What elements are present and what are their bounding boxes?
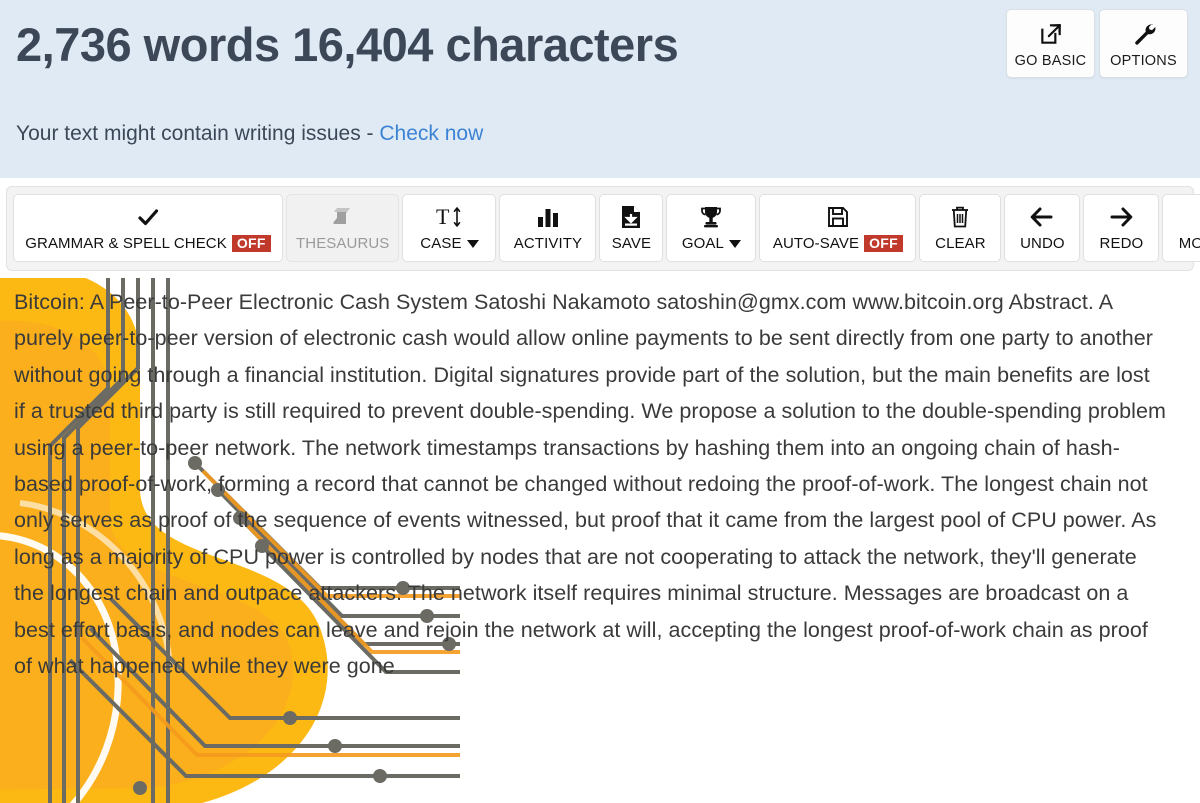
go-basic-button[interactable]: GO BASIC [1006, 9, 1095, 78]
toolbar-container: GRAMMAR & SPELL CHECK OFF THESAURUS T CA… [0, 178, 1200, 278]
redo-button[interactable]: REDO [1083, 194, 1160, 262]
grammar-spell-check-label: GRAMMAR & SPELL CHECK OFF [25, 234, 271, 253]
case-button[interactable]: T CASE [402, 194, 497, 262]
goal-label: GOAL [682, 235, 741, 252]
editor-area[interactable]: B Bitcoin: A Peer-to-Peer Electronic Cas… [0, 278, 1200, 803]
writing-issues-text: Your text might contain writing issues - [16, 122, 380, 145]
thesaurus-label: THESAURUS [296, 235, 390, 252]
save-file-icon [620, 204, 642, 230]
more-label: MORE (9) [1178, 235, 1200, 252]
undo-label: UNDO [1020, 235, 1065, 252]
more-button[interactable]: MORE (9) [1162, 194, 1200, 262]
clear-label: CLEAR [935, 235, 986, 252]
svg-text:T: T [436, 205, 450, 229]
trash-icon [949, 204, 971, 230]
chevron-down-icon [466, 239, 479, 248]
auto-save-button[interactable]: AUTO-SAVE OFF [759, 194, 917, 262]
floppy-disk-icon [826, 204, 850, 230]
book-icon [331, 204, 355, 230]
redo-label: REDO [1099, 235, 1144, 252]
trophy-icon [699, 204, 723, 230]
checkmark-icon [136, 204, 160, 230]
undo-button[interactable]: UNDO [1004, 194, 1081, 262]
save-label: SAVE [611, 235, 652, 252]
check-now-link[interactable]: Check now [379, 122, 483, 145]
chevron-down-icon [728, 239, 741, 248]
auto-save-status-badge: OFF [864, 234, 903, 253]
grammar-spell-check-button[interactable]: GRAMMAR & SPELL CHECK OFF [13, 194, 283, 262]
arrow-right-icon [1108, 204, 1134, 230]
grammar-status-badge: OFF [231, 234, 271, 253]
thesaurus-button[interactable]: THESAURUS [286, 194, 400, 262]
save-button[interactable]: SAVE [599, 194, 664, 262]
case-label: CASE [420, 235, 479, 252]
document-text[interactable]: Bitcoin: A Peer-to-Peer Electronic Cash … [0, 278, 1200, 684]
header-button-group: GO BASIC OPTIONS [1006, 9, 1188, 78]
clear-button[interactable]: CLEAR [919, 194, 1002, 262]
options-label: OPTIONS [1110, 52, 1177, 69]
options-button[interactable]: OPTIONS [1099, 9, 1188, 78]
goal-button[interactable]: GOAL [666, 194, 757, 262]
app-header: 2,736 words 16,404 characters Your text … [0, 0, 1200, 178]
arrow-left-icon [1029, 204, 1055, 230]
activity-label: ACTIVITY [513, 235, 583, 252]
bar-chart-icon [536, 204, 560, 230]
editor-toolbar: GRAMMAR & SPELL CHECK OFF THESAURUS T CA… [6, 186, 1200, 271]
go-basic-label: GO BASIC [1014, 52, 1087, 69]
writing-issues-notice: Your text might contain writing issues -… [16, 122, 483, 146]
text-resize-icon: T [436, 204, 462, 230]
activity-button[interactable]: ACTIVITY [499, 194, 597, 262]
wrench-icon [1131, 19, 1157, 49]
auto-save-label: AUTO-SAVE OFF [773, 234, 903, 253]
external-link-icon [1038, 19, 1064, 49]
